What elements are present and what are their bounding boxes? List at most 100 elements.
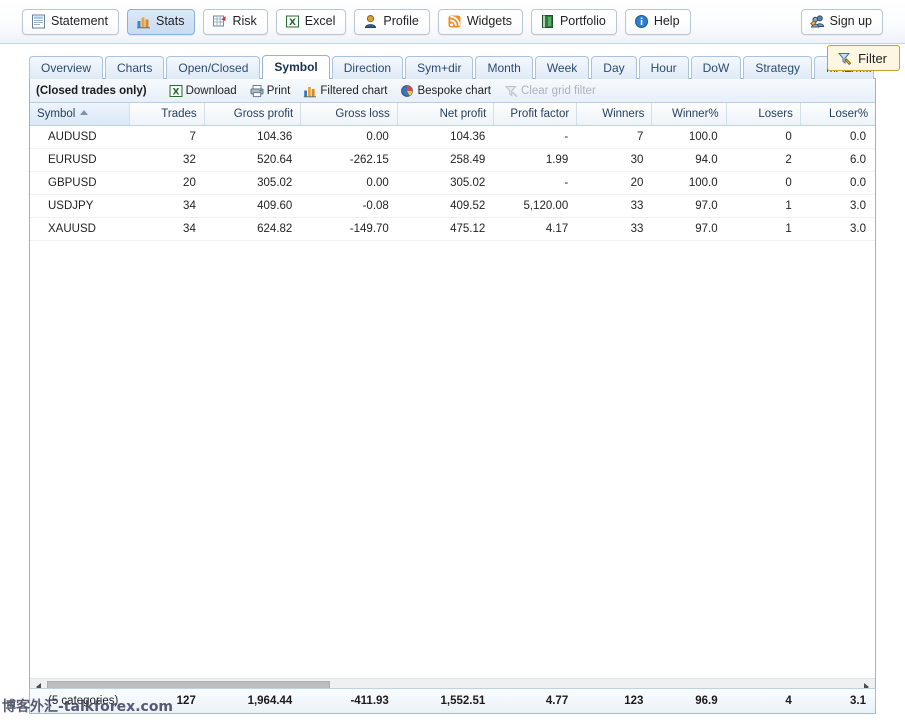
tab-hour[interactable]: Hour [638,56,689,79]
toolbar-button-statement[interactable]: Statement [22,8,119,35]
tab-charts[interactable]: Charts [105,56,165,79]
tab-direction[interactable]: Direction [331,56,404,79]
tab-symbol[interactable]: Symbol [262,55,330,79]
download-excel-icon: X [169,84,183,98]
tab-sym-dir[interactable]: Sym+dir [405,56,474,79]
cell-profit-factor: 4.17 [545,223,569,235]
grid-action-bar: (Closed trades only) X Download Print Fi… [30,79,875,103]
cell-gross-profit: 305.02 [257,177,293,189]
action-download[interactable]: X Download [169,84,237,98]
column-header-symbol[interactable]: Symbol [30,103,131,125]
cell-loser-pct: 0.0 [850,177,866,189]
table-row[interactable]: AUDUSD 7 104.36 0.00 104.36 - 7 100.0 0 … [30,126,875,149]
action-label: Print [266,84,291,97]
toolbar-button-excel[interactable]: X Excel [275,8,347,35]
action-bespoke-chart[interactable]: Bespoke chart [400,84,491,98]
cell-gross-loss: -0.08 [362,200,389,212]
action-filtered-chart[interactable]: Filtered chart [303,84,387,98]
column-header-label: Winner% [671,108,719,120]
toolbar-button-widgets[interactable]: Widgets [437,8,523,35]
toolbar-button-profile[interactable]: Profile [354,8,430,35]
toolbar-button-stats[interactable]: Stats [126,8,196,35]
tab-dow[interactable]: DoW [690,56,742,79]
tab-week[interactable]: Week [534,56,590,79]
filter-button[interactable]: Filter [827,45,900,71]
cell-loser-pct: 3.0 [850,200,866,212]
cell-trades: 7 [189,131,196,143]
cell-symbol: GBPUSD [48,177,97,189]
tab-month[interactable]: Month [475,56,533,79]
column-header-trades[interactable]: Trades [130,103,205,125]
cell-net-profit: 475.12 [450,223,486,235]
tab-strategy[interactable]: Strategy [743,56,813,79]
action-print[interactable]: Print [250,84,291,98]
tab-label: Open/Closed [178,61,249,75]
table-row[interactable]: USDJPY 34 409.60 -0.08 409.52 5,120.00 3… [30,195,875,218]
action-label: Bespoke chart [417,84,491,97]
tab-label: Hour [650,61,677,75]
cell-losers: 0 [785,177,792,189]
cell-loser-pct: 0.0 [850,131,866,143]
tab-label: Charts [117,61,153,75]
cell-symbol: EURUSD [48,154,97,166]
table-row[interactable]: EURUSD 32 520.64 -262.15 258.49 1.99 30 … [30,149,875,172]
tab-day[interactable]: Day [591,56,637,79]
cell-winners: 7 [636,131,644,143]
closed-trades-note: (Closed trades only) [36,84,147,97]
summary-profit-factor: 4.77 [545,695,569,707]
toolbar-button-help[interactable]: Help [624,8,691,35]
column-header-loser-pct[interactable]: Loser% [801,103,875,125]
cell-net-profit: 104.36 [450,131,486,143]
column-header-gross-profit[interactable]: Gross profit [205,103,302,125]
column-header-winner-pct[interactable]: Winner% [652,103,727,125]
column-header-label: Profit factor [510,108,570,120]
filter-button-label: Filter [858,50,887,66]
cell-symbol: XAUUSD [48,223,96,235]
column-header-label: Gross loss [335,108,390,120]
column-header-losers[interactable]: Losers [727,103,801,125]
toolbar-button-portfolio[interactable]: Portfolio [530,8,617,35]
cell-gross-loss: 0.00 [366,131,389,143]
toolbar-button-label: Excel [304,14,336,29]
cell-symbol: AUDUSD [48,131,97,143]
tab-label: Direction [343,61,392,75]
column-header-gross-loss[interactable]: Gross loss [301,103,398,125]
risk-icon [212,14,227,29]
cell-loser-pct: 3.0 [850,223,866,235]
grid-header-row: Symbol Trades Gross profit Gross loss Ne… [30,103,875,126]
top-toolbar: Statement Stats Risk X Excel Profile Wid… [0,0,905,44]
toolbar-button-label: Help [653,14,680,29]
cell-losers: 1 [785,200,792,212]
cell-winners: 20 [630,177,644,189]
action-label: Download [185,84,237,97]
tab-label: Sym+dir [417,61,462,75]
tab-overview[interactable]: Overview [29,56,104,79]
toolbar-button-label: Statement [51,14,108,29]
cell-winners: 30 [630,154,644,166]
clear-filter-icon [504,84,518,98]
cell-trades: 32 [183,154,196,166]
toolbar-button-risk[interactable]: Risk [203,8,268,35]
summary-loser-pct: 3.1 [850,695,866,707]
cell-winner-pct: 100.0 [688,177,718,189]
cell-profit-factor: - [564,131,569,143]
signup-button[interactable]: Sign up [800,8,883,35]
table-row[interactable]: XAUUSD 34 624.82 -149.70 475.12 4.17 33 … [30,218,875,241]
cell-winner-pct: 97.0 [695,200,718,212]
cell-net-profit: 305.02 [450,177,486,189]
excel-icon: X [285,14,300,29]
stats-icon [136,14,151,29]
column-header-winners[interactable]: Winners [577,103,653,125]
grid-body[interactable]: AUDUSD 7 104.36 0.00 104.36 - 7 100.0 0 … [30,126,875,678]
table-row[interactable]: GBPUSD 20 305.02 0.00 305.02 - 20 100.0 … [30,172,875,195]
column-header-net-profit[interactable]: Net profit [398,103,495,125]
tab-open-closed[interactable]: Open/Closed [166,56,261,79]
column-header-profit-factor[interactable]: Profit factor [494,103,578,125]
cell-gross-loss: -149.70 [349,223,389,235]
cell-winner-pct: 94.0 [695,154,718,166]
stats-panel: (Closed trades only) X Download Print Fi… [29,79,876,696]
filter-funnel-icon [837,51,852,66]
sort-ascending-icon [80,110,89,115]
cell-winners: 33 [630,200,644,212]
cell-gross-loss: 0.00 [366,177,389,189]
